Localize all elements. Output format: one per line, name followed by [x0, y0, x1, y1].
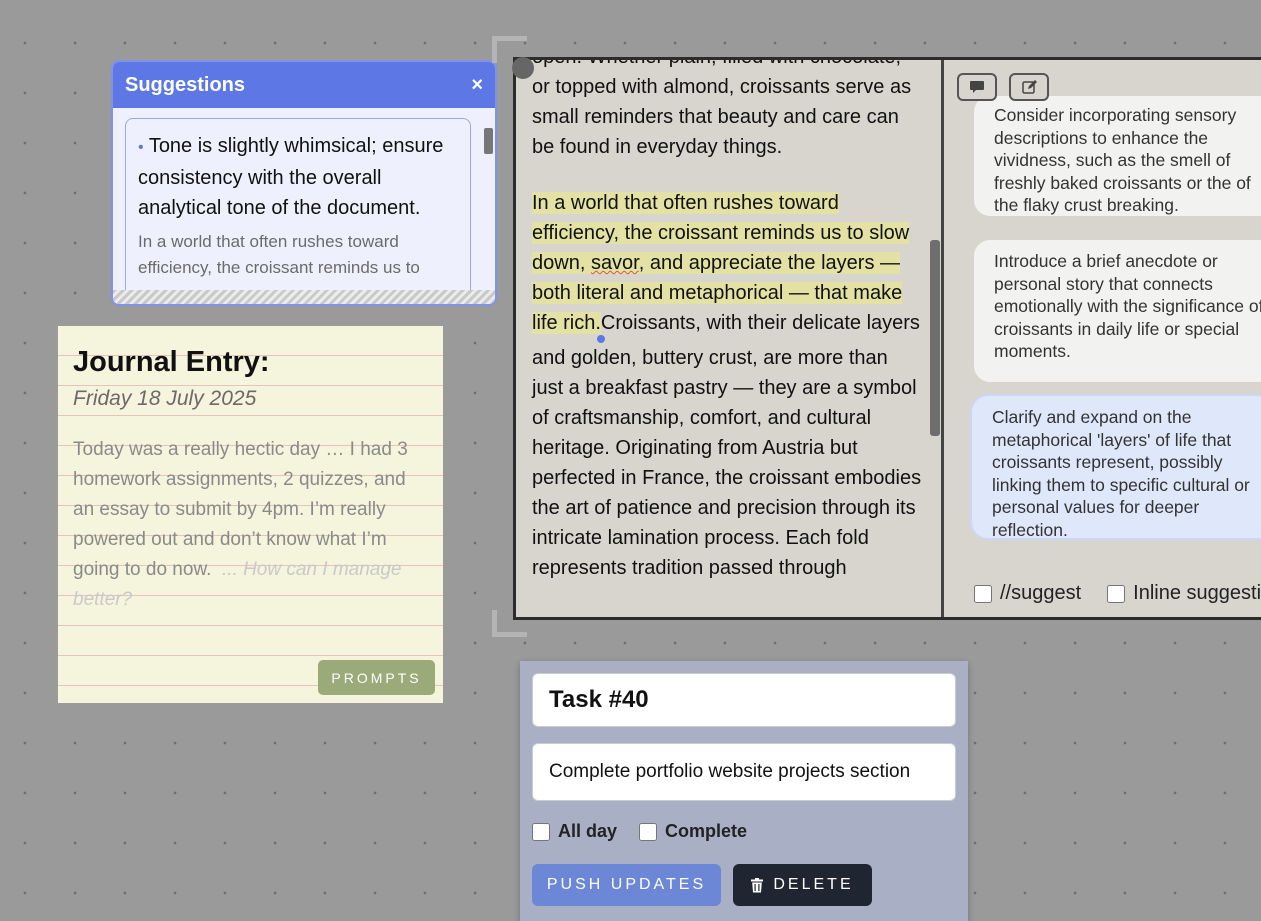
task-actions: PUSH UPDATES DELETE	[532, 864, 956, 906]
comment-text: Consider incorporating sensory descripti…	[994, 105, 1251, 215]
close-icon[interactable]: ×	[471, 74, 483, 97]
task-card: Task #40 Complete portfolio website proj…	[520, 661, 968, 921]
paragraph: In a world that often rushes toward effi…	[532, 188, 922, 583]
complete-checkbox[interactable]	[639, 822, 658, 841]
suggest-checkbox[interactable]	[974, 584, 992, 603]
suggestions-scrollbar[interactable]	[484, 128, 493, 154]
edit-icon[interactable]	[1009, 73, 1049, 101]
task-title-input[interactable]: Task #40	[532, 673, 956, 727]
all-day-option[interactable]: All day	[532, 821, 617, 842]
all-day-checkbox[interactable]	[532, 822, 550, 841]
comment-icon[interactable]	[957, 73, 997, 101]
inline-suggestions-checkbox[interactable]	[1107, 584, 1126, 603]
suggestions-title: Suggestions	[125, 73, 246, 96]
drag-handle[interactable]	[512, 57, 534, 79]
editor-window: open. Whether plain, filled with chocola…	[513, 57, 1261, 620]
suggestion-quote: In a world that often rushes toward effi…	[138, 232, 420, 277]
suggest-options: //suggest Inline suggestions	[974, 582, 1261, 605]
document-text[interactable]: open. Whether plain, filled with chocola…	[532, 60, 922, 609]
bullet-icon: •	[138, 139, 144, 156]
paragraph: open. Whether plain, filled with chocola…	[532, 60, 912, 158]
resize-handle[interactable]	[113, 290, 495, 304]
suggestions-header[interactable]: Suggestions ×	[113, 62, 495, 108]
comments-pane: Consider incorporating sensory descripti…	[944, 60, 1261, 617]
comment-bubble[interactable]: Introduce a brief anecdote or personal s…	[974, 240, 1261, 382]
prompts-button[interactable]: PROMPTS	[318, 660, 435, 695]
delete-label: DELETE	[773, 876, 854, 893]
document-pane[interactable]: open. Whether plain, filled with chocola…	[516, 60, 944, 617]
journal-body[interactable]: Today was a really hectic day … I had 3 …	[73, 435, 428, 615]
comment-bubble-active[interactable]: Clarify and expand on the metaphorical '…	[972, 396, 1261, 540]
comment-toolbar	[957, 73, 1049, 101]
inline-suggestions-label: Inline suggestions	[1133, 582, 1261, 604]
task-description-input[interactable]: Complete portfolio website projects sect…	[532, 743, 956, 801]
suggest-label: //suggest	[1000, 582, 1082, 604]
suggestion-point: • Tone is slightly whimsical; ensure con…	[138, 131, 458, 223]
suggestion-card[interactable]: • Tone is slightly whimsical; ensure con…	[125, 118, 471, 304]
delete-button[interactable]: DELETE	[733, 864, 872, 906]
spelling-flag[interactable]: savor	[591, 252, 639, 274]
text-cursor	[596, 335, 605, 343]
push-updates-button[interactable]: PUSH UPDATES	[532, 864, 721, 906]
journal-title: Journal Entry:	[73, 346, 270, 378]
suggestions-body: • Tone is slightly whimsical; ensure con…	[125, 118, 471, 304]
suggestions-panel: Suggestions × • Tone is slightly whimsic…	[111, 60, 497, 306]
suggestion-text: Tone is slightly whimsical; ensure consi…	[138, 135, 444, 219]
task-options: All day Complete	[532, 821, 956, 842]
trash-icon	[751, 877, 764, 892]
complete-option[interactable]: Complete	[639, 821, 747, 842]
all-day-label: All day	[558, 821, 618, 841]
complete-label: Complete	[665, 821, 748, 841]
comment-text: Clarify and expand on the metaphorical '…	[992, 407, 1250, 540]
comment-bubble[interactable]: Consider incorporating sensory descripti…	[974, 96, 1261, 216]
journal-date: Friday 18 July 2025	[73, 387, 257, 410]
document-scrollbar[interactable]	[930, 240, 940, 436]
journal-card: Journal Entry: Friday 18 July 2025 Today…	[58, 326, 443, 703]
comment-text: Introduce a brief anecdote or personal s…	[994, 251, 1261, 361]
paragraph-rest: Croissants, with their delicate layers a…	[532, 312, 922, 579]
